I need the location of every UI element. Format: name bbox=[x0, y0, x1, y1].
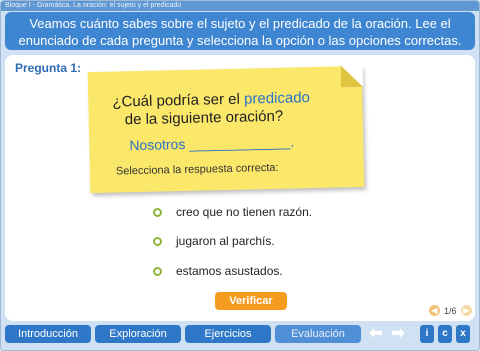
prompt-text: ¿Cuál podría ser el bbox=[112, 90, 245, 111]
pager: ◀ 1/6 ▶ bbox=[429, 305, 472, 316]
info-button[interactable]: i bbox=[420, 325, 434, 343]
question-hint: Selecciona la respuesta correcta: bbox=[115, 161, 279, 178]
prompt-text-2: de la siguiente oración? bbox=[124, 107, 284, 129]
next-icon[interactable]: ▶ bbox=[460, 305, 472, 316]
radio-button[interactable] bbox=[153, 266, 162, 276]
question-note: ¿Cuál podría ser el predicado de la sigu… bbox=[87, 64, 365, 194]
nav-arrows: ⬅ ➡ bbox=[365, 325, 409, 343]
tab-ejercicios[interactable]: Ejercicios bbox=[185, 325, 271, 343]
instructions: Veamos cuánto sabes sobre el sujeto y el… bbox=[5, 12, 475, 50]
prev-icon[interactable]: ◀ bbox=[429, 305, 440, 316]
verify-button[interactable]: Verificar bbox=[215, 292, 287, 310]
option-2[interactable]: jugaron al parchís. bbox=[153, 234, 275, 248]
page-indicator: 1/6 bbox=[444, 305, 457, 316]
option-label: creo que no tienen razón. bbox=[176, 205, 313, 219]
right-arrow-icon[interactable]: ➡ bbox=[387, 325, 409, 343]
radio-button[interactable] bbox=[153, 236, 162, 246]
app-window: Bloque I - Gramática. La oración: el suj… bbox=[0, 0, 480, 351]
question-panel: Pregunta 1: ¿Cuál podría ser el predicad… bbox=[5, 55, 475, 321]
close-button[interactable]: x bbox=[456, 325, 470, 343]
prompt-highlight: predicado bbox=[243, 89, 311, 108]
question-sentence: Nosotros _____________. bbox=[129, 133, 295, 154]
question-label: Pregunta 1: bbox=[15, 61, 82, 75]
option-label: jugaron al parchís. bbox=[176, 234, 275, 248]
page-curl bbox=[340, 64, 364, 88]
contents-button[interactable]: c bbox=[438, 325, 452, 343]
left-arrow-icon[interactable]: ⬅ bbox=[365, 325, 387, 343]
option-label: estamos asustados. bbox=[176, 264, 283, 278]
radio-button[interactable] bbox=[153, 207, 162, 217]
tab-introduccion[interactable]: Introducción bbox=[5, 325, 91, 343]
option-3[interactable]: estamos asustados. bbox=[153, 264, 283, 278]
question-prompt: ¿Cuál podría ser el predicado de la sigu… bbox=[112, 88, 353, 129]
tab-exploracion[interactable]: Exploración bbox=[95, 325, 181, 343]
option-1[interactable]: creo que no tienen razón. bbox=[153, 205, 312, 219]
breadcrumb: Bloque I - Gramática. La oración: el suj… bbox=[1, 1, 479, 11]
tab-evaluacion[interactable]: Evaluación bbox=[275, 325, 361, 343]
